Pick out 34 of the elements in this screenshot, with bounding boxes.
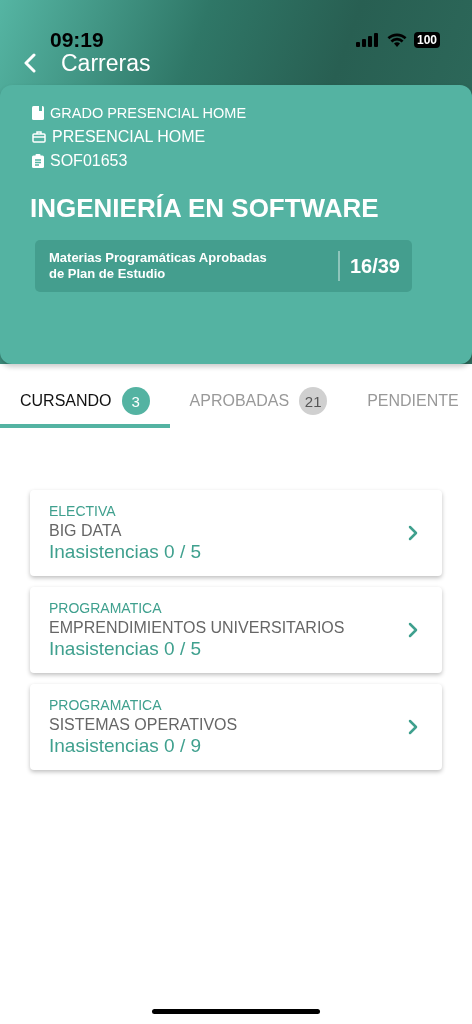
tab[interactable]: APROBADAS 21 bbox=[169, 378, 348, 428]
wifi-icon bbox=[386, 33, 407, 47]
signal-icon bbox=[355, 33, 380, 47]
tab[interactable]: CURSANDO 3 bbox=[0, 378, 170, 428]
course-name: EMPRENDIMIENTOS UNIVERSITARIOS bbox=[49, 618, 345, 637]
program-detail: SOF01653 bbox=[50, 152, 128, 170]
course-type: PROGRAMATICA bbox=[49, 696, 163, 715]
program-name: INGENIERÍA EN SOFTWARE bbox=[30, 193, 380, 224]
summary-value: 16/39 bbox=[349, 254, 400, 278]
absences-count: Inasistencias 0 / 9 bbox=[49, 734, 203, 758]
program-detail: PRESENCIAL HOME bbox=[52, 128, 206, 146]
screen-title: Carreras bbox=[61, 49, 151, 77]
briefcase-icon bbox=[32, 131, 46, 143]
back-icon[interactable] bbox=[23, 53, 37, 73]
chevron-right-icon bbox=[408, 719, 418, 735]
course-name: BIG DATA bbox=[49, 521, 123, 540]
battery-indicator: 100 bbox=[413, 32, 440, 48]
clipboard-icon bbox=[32, 154, 44, 168]
course-card[interactable]: PROGRAMATICA SISTEMAS OPERATIVOS Inasistencias 0 / 9 bbox=[30, 684, 442, 770]
program-detail: GRADO PRESENCIAL HOME bbox=[50, 105, 247, 121]
chevron-right-icon bbox=[408, 525, 418, 541]
book-icon bbox=[32, 106, 44, 120]
course-name: SISTEMAS OPERATIVOS bbox=[49, 715, 238, 734]
count-badge: 21 bbox=[299, 387, 328, 415]
count-badge: 3 bbox=[121, 387, 150, 415]
course-type: PROGRAMATICA bbox=[49, 599, 163, 618]
summary-label: Materias Programáticas Aprobadas de Plan de Estudio bbox=[49, 250, 268, 282]
course-card[interactable]: ELECTIVA BIG DATA Inasistencias 0 / 5 bbox=[30, 490, 442, 576]
status-time: 09:19 bbox=[50, 28, 104, 52]
course-type: ELECTIVA bbox=[49, 502, 117, 521]
course-card[interactable]: PROGRAMATICA EMPRENDIMIENTOS UNIVERSITARIOS Inasistencias 0 / 5 bbox=[30, 587, 442, 673]
chevron-right-icon bbox=[408, 622, 418, 638]
absences-count: Inasistencias 0 / 5 bbox=[49, 637, 203, 661]
absences-count: Inasistencias 0 / 5 bbox=[49, 540, 202, 564]
